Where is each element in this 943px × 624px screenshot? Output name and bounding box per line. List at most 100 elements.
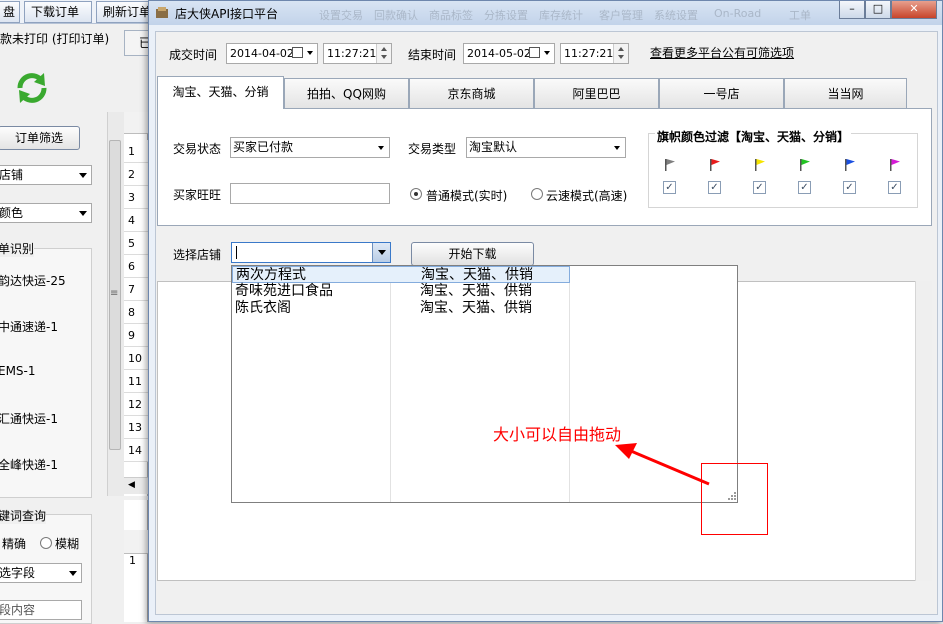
text-caret: [236, 246, 237, 259]
chevron-down-icon: [378, 146, 384, 150]
row-number: 6: [124, 255, 148, 278]
chevron-down-icon[interactable]: [372, 243, 390, 262]
row-number: 4: [124, 209, 148, 232]
row-number: 2: [124, 163, 148, 186]
close-button[interactable]: ✕: [891, 1, 937, 19]
trade-type-label: 交易类型: [408, 142, 457, 156]
buyer-wangwang-input[interactable]: [230, 183, 390, 204]
trade-status-value: 买家已付款: [233, 140, 294, 154]
store-combo[interactable]: 店铺: [0, 165, 92, 185]
flag-checkbox[interactable]: ✓: [753, 181, 766, 194]
flag-icon: [710, 159, 720, 171]
refresh-icon[interactable]: [14, 70, 50, 106]
order-grid-row-header: 1 2 3 4 5 6 7 8 9 10 11 12 13 14: [124, 112, 148, 496]
flag-checkbox[interactable]: ✓: [843, 181, 856, 194]
express-item[interactable]: 中通速递-1: [0, 318, 58, 335]
field-select-combo[interactable]: 选字段: [0, 563, 82, 583]
store-select-combo[interactable]: [231, 242, 391, 263]
store-platform: 淘宝、天猫、供销: [421, 267, 533, 283]
end-date-value: 2014-05-02: [467, 47, 531, 60]
unprinted-orders-title: 款未打印 (打印订单): [0, 32, 110, 46]
tab-yhd[interactable]: 一号店: [659, 78, 784, 108]
start-date-picker[interactable]: 2014-04-02: [226, 43, 318, 64]
start-date-value: 2014-04-02: [230, 47, 294, 60]
row-number: 9: [124, 324, 148, 347]
lower-row-number: 1: [129, 554, 136, 567]
trade-type-combo[interactable]: 淘宝默认: [466, 137, 626, 158]
list-item[interactable]: 陈氏衣阁 淘宝、天猫、供销: [232, 300, 570, 317]
list-item[interactable]: 奇味苑进口食品 淘宝、天猫、供销: [232, 283, 570, 300]
calendar-icon[interactable]: [292, 47, 303, 58]
chevron-down-icon[interactable]: [307, 51, 313, 55]
tab-paipai[interactable]: 拍拍、QQ网购: [284, 78, 409, 108]
chevron-down-icon: [79, 211, 87, 216]
grip-icon: ≡: [110, 288, 119, 299]
start-time-value: 11:27:21: [327, 47, 377, 60]
row-number: 7: [124, 278, 148, 301]
ghost-title: 库存统计: [539, 9, 583, 22]
keyword-group-title: 键词查询: [0, 507, 47, 524]
result-scrollbar[interactable]: [915, 281, 932, 581]
start-time-spinner[interactable]: 11:27:21: [323, 43, 392, 64]
trade-time-label: 成交时间: [169, 48, 218, 62]
tab-dangdang[interactable]: 当当网: [784, 78, 907, 108]
tab-taobao[interactable]: 淘宝、天猫、分销: [157, 76, 284, 109]
normal-mode-radio[interactable]: [410, 188, 422, 200]
tab-alibaba[interactable]: 阿里巴巴: [534, 78, 659, 108]
end-date-picker[interactable]: 2014-05-02: [463, 43, 555, 64]
end-time-label: 结束时间: [408, 48, 457, 62]
fuzzy-radio[interactable]: [40, 537, 52, 549]
buyer-wangwang-label: 买家旺旺: [173, 188, 222, 202]
color-combo-value: 颜色: [0, 206, 24, 220]
store-platform: 淘宝、天猫、供销: [420, 300, 532, 316]
flag-checkbox[interactable]: ✓: [888, 181, 901, 194]
trade-status-combo[interactable]: 买家已付款: [230, 137, 390, 158]
list-item[interactable]: 两次方程式 淘宝、天猫、供销: [232, 266, 570, 283]
color-combo[interactable]: 颜色: [0, 203, 92, 223]
trade-status-label: 交易状态: [173, 142, 222, 156]
spin-icon[interactable]: [376, 44, 391, 63]
order-filter-button[interactable]: 订单筛选: [0, 126, 80, 150]
refresh-orders-button[interactable]: 刷新订单: [96, 1, 152, 23]
scroll-left-icon[interactable]: ◀: [128, 480, 135, 490]
flag-checkbox[interactable]: ✓: [798, 181, 811, 194]
chevron-down-icon[interactable]: [544, 51, 550, 55]
field-content-input[interactable]: 段内容: [0, 600, 82, 620]
row-number: 8: [124, 301, 148, 324]
start-download-button[interactable]: 开始下载: [411, 242, 534, 266]
toolbar-button-pan[interactable]: 盘: [0, 1, 20, 23]
lower-grid-header: [124, 530, 148, 554]
more-filters-link[interactable]: 查看更多平台公有可筛选项: [650, 44, 794, 61]
ghost-title: 客户管理: [599, 9, 643, 22]
order-grid-header: [124, 112, 148, 134]
express-item[interactable]: 韵达快运-25: [0, 272, 66, 289]
maximize-button[interactable]: □: [865, 1, 891, 19]
minimize-button[interactable]: –: [839, 1, 865, 19]
flag-checkbox[interactable]: ✓: [708, 181, 721, 194]
tab-jd[interactable]: 京东商城: [409, 78, 534, 108]
cloud-mode-label[interactable]: 云速模式(高速): [546, 187, 627, 204]
express-item[interactable]: 汇通快运-1: [0, 410, 58, 427]
express-group-title: 单识别: [0, 240, 35, 257]
flag-icon: [845, 159, 855, 171]
fuzzy-radio-label[interactable]: 模糊: [55, 535, 79, 552]
resize-annotation: 大小可以自由拖动: [493, 425, 622, 444]
express-item[interactable]: EMS-1: [0, 364, 36, 378]
end-time-spinner[interactable]: 11:27:21: [560, 43, 629, 64]
express-item[interactable]: 全峰快递-1: [0, 456, 58, 473]
ghost-title: 分拣设置: [484, 9, 528, 22]
chevron-down-icon: [614, 146, 620, 150]
cloud-mode-radio[interactable]: [531, 188, 543, 200]
exact-radio-label[interactable]: 精确: [2, 535, 26, 552]
download-orders-button[interactable]: 下载订单: [24, 1, 92, 23]
store-platform: 淘宝、天猫、供销: [420, 283, 532, 299]
store-name: 奇味苑进口食品: [235, 283, 333, 299]
row-number: 12: [124, 393, 148, 416]
normal-mode-label[interactable]: 普通模式(实时): [426, 187, 507, 204]
api-platform-dialog: 店大侠API接口平台 设置交易 回款确认 商品标签 分拣设置 库存统计 客户管理…: [148, 0, 943, 622]
calendar-icon[interactable]: [529, 47, 540, 58]
flag-checkbox[interactable]: ✓: [663, 181, 676, 194]
store-combo-value: 店铺: [0, 168, 24, 182]
trade-type-value: 淘宝默认: [469, 140, 518, 154]
spin-icon[interactable]: [613, 44, 628, 63]
